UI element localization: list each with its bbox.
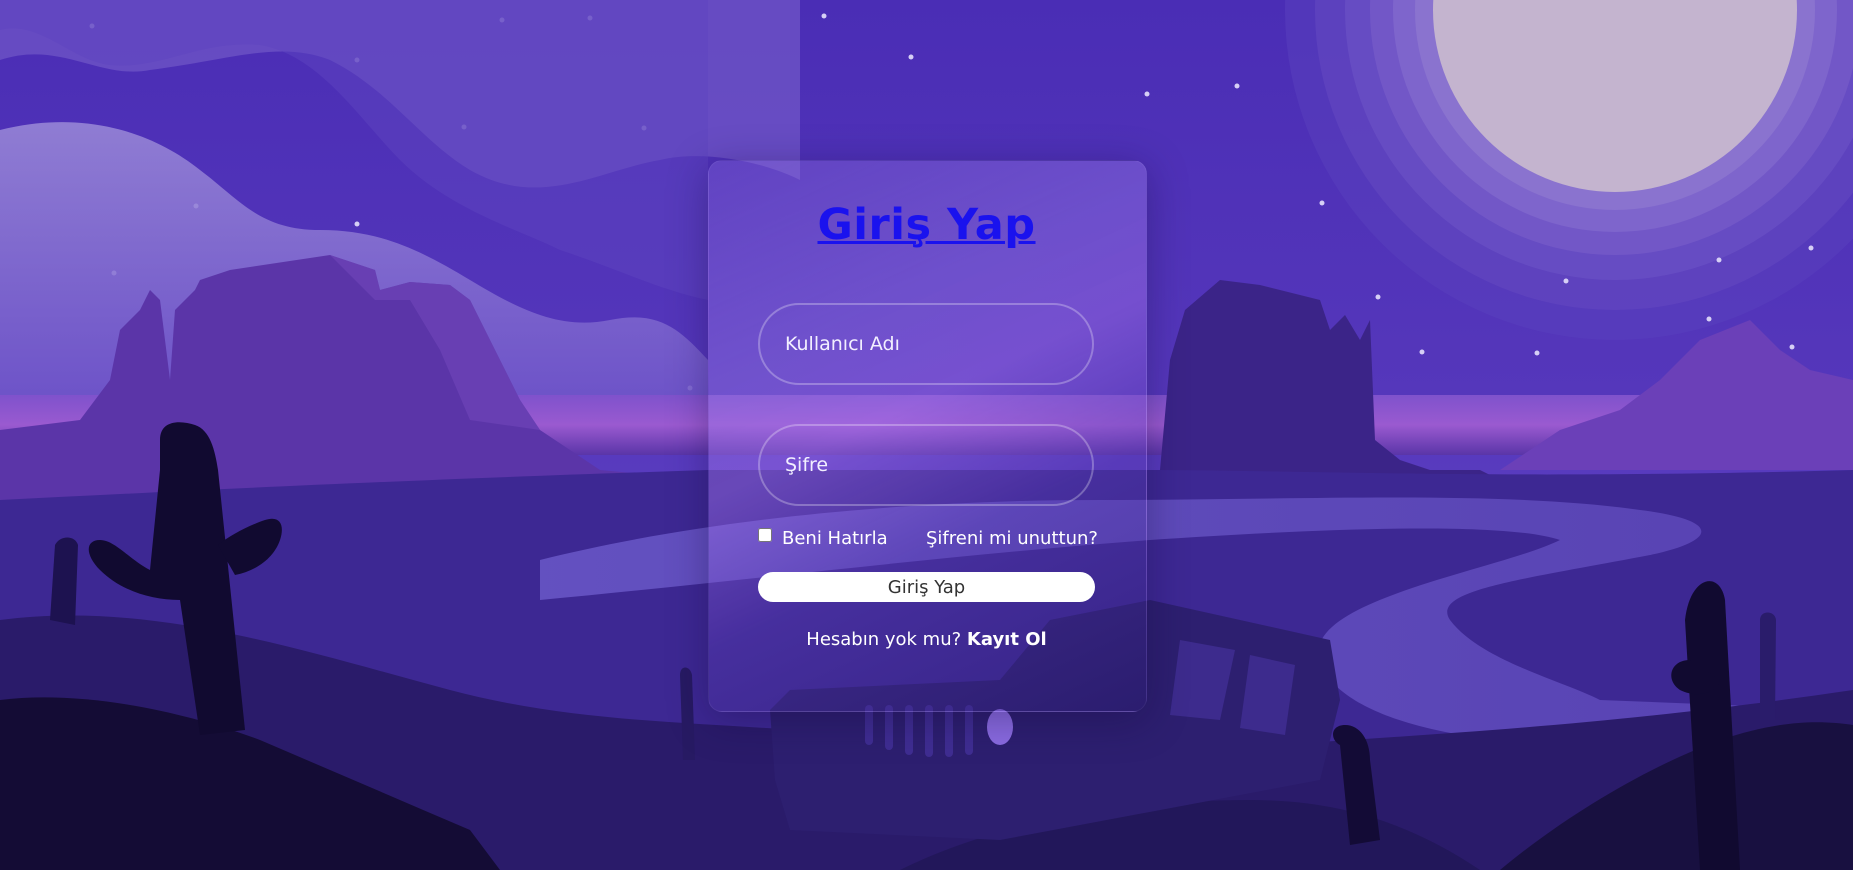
forgot-password-link[interactable]: Şifreni mi unuttun?: [926, 528, 1098, 549]
signup-prompt: Hesabın yok mu? Kayıt Ol: [708, 629, 1145, 650]
page-title[interactable]: Giriş Yap: [708, 200, 1145, 250]
signup-prompt-text: Hesabın yok mu?: [806, 629, 962, 650]
signup-link[interactable]: Kayıt Ol: [967, 629, 1047, 650]
remember-me-label: Beni Hatırla: [782, 528, 888, 549]
username-input[interactable]: [758, 303, 1094, 385]
login-button[interactable]: Giriş Yap: [758, 572, 1095, 602]
password-input[interactable]: [758, 424, 1094, 506]
remember-me[interactable]: Beni Hatırla: [758, 527, 888, 549]
login-page: Giriş Yap Beni Hatırla Şifreni mi unuttu…: [0, 0, 1853, 870]
remember-me-checkbox[interactable]: [758, 527, 772, 542]
